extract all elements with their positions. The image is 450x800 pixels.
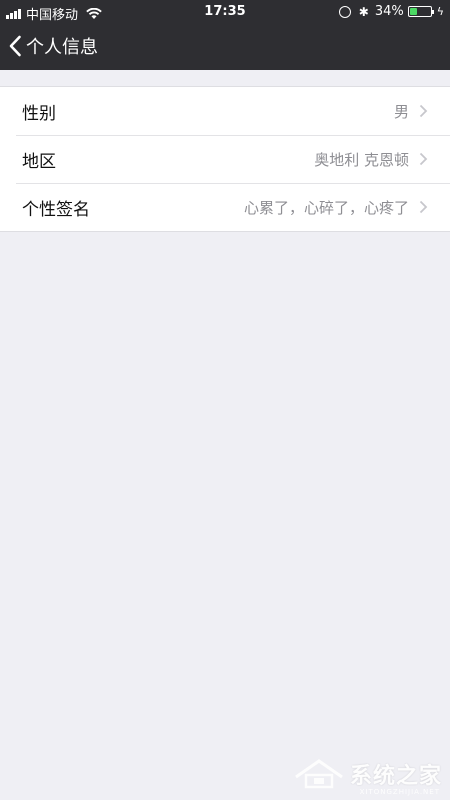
row-label: 地区 [22,151,56,172]
rotation-lock-icon [338,5,351,18]
row-value: 心累了，心碎了，心疼了 [243,198,409,217]
navigation-bar: 个人信息 [0,22,450,70]
charging-icon: ϟ [436,5,444,18]
row-region[interactable]: 地区 奥地利 克恩顿 [0,135,450,183]
info-list: 性别 男 地区 奥地利 克恩顿 个性签名 心累了，心碎了，心疼了 [0,86,450,232]
chevron-right-icon [419,200,428,214]
top-bar: 中国移动 17:35 ✱ 34% ϟ 个人信息 [0,0,450,70]
row-value: 男 [393,102,409,121]
chevron-right-icon [419,104,428,118]
bluetooth-icon: ✱ [358,4,369,19]
row-signature[interactable]: 个性签名 心累了，心碎了，心疼了 [0,183,450,231]
battery-fill [409,8,417,15]
status-bar: 中国移动 17:35 ✱ 34% ϟ [0,0,450,23]
row-label: 性别 [22,103,56,124]
status-right: ✱ 34% ϟ [338,4,444,19]
row-label: 个性签名 [22,199,90,220]
watermark-domain: XITONGZHIJIA.NET [359,788,440,796]
back-button[interactable]: 个人信息 [8,32,98,60]
chevron-left-icon [9,35,21,57]
watermark: 系统之家 XITONGZHIJIA.NET [292,754,442,796]
battery-icon [407,6,434,17]
chevron-right-icon [419,152,428,166]
battery-percent: 34% [374,4,404,19]
house-logo-icon [295,759,343,789]
page-title: 个人信息 [26,37,98,58]
row-value: 奥地利 克恩顿 [314,150,409,169]
row-gender[interactable]: 性别 男 [0,87,450,135]
watermark-brand: 系统之家 [349,764,442,789]
